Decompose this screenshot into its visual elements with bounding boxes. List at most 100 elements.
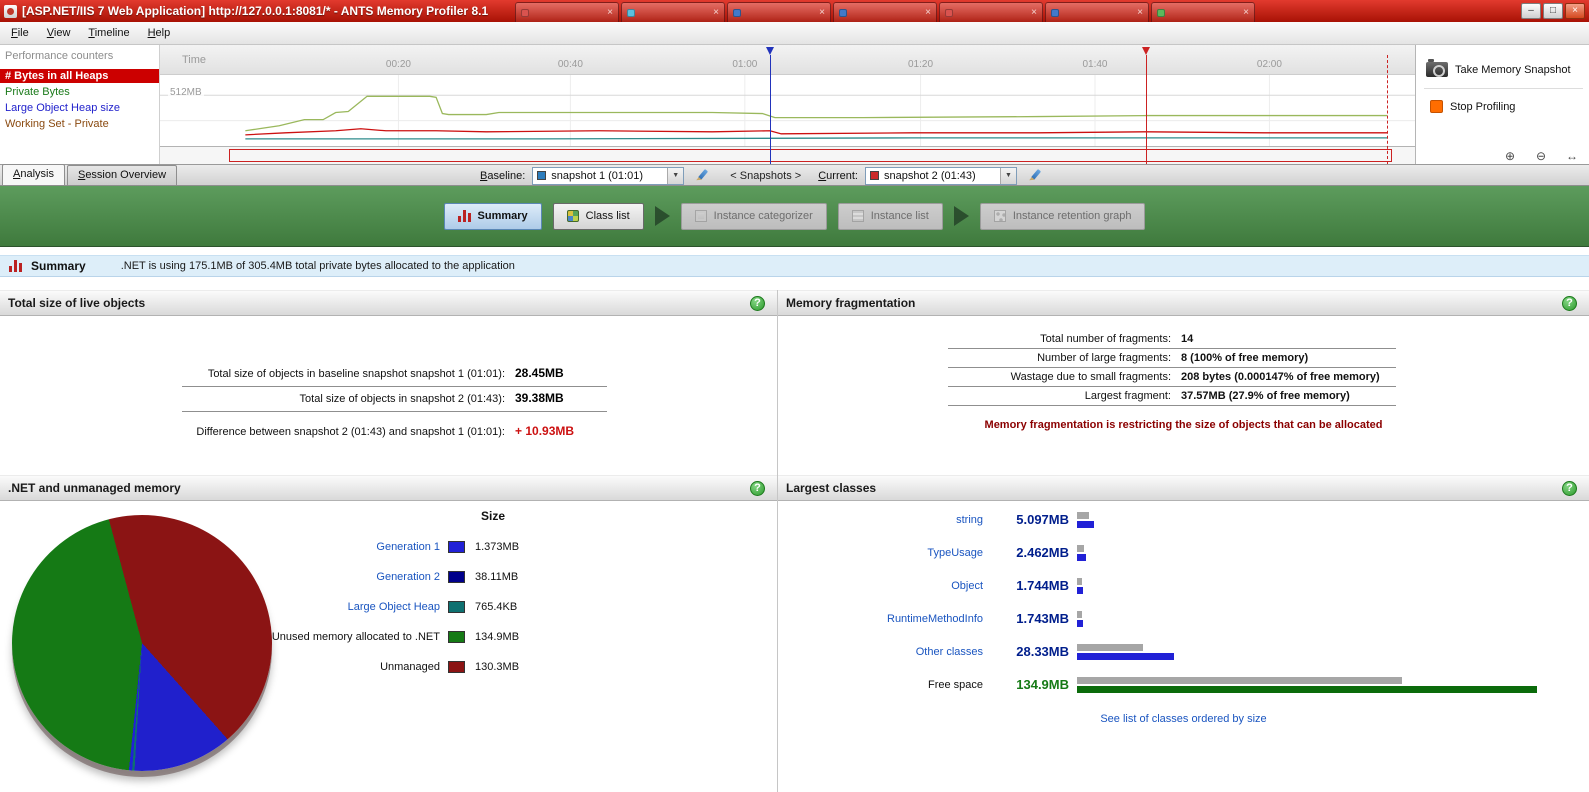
overview-selection[interactable]	[229, 149, 1393, 162]
titlebar: [ASP.NET/IIS 7 Web Application] http://1…	[0, 0, 1589, 22]
current-dropdown-icon[interactable]: ▼	[999, 167, 1016, 184]
fragmentation-row: Wastage due to small fragments: 208 bytes…	[948, 368, 1396, 387]
help-icon[interactable]: ?	[750, 295, 765, 311]
legend-row: Large Object Heap 765.4KB	[0, 592, 777, 622]
timeline-tick-label: 02:00	[1256, 59, 1282, 70]
class-label-string[interactable]: string	[778, 514, 983, 526]
legend-row: Unused memory allocated to .NET 134.9MB	[0, 622, 777, 652]
help-icon[interactable]: ?	[1562, 480, 1577, 496]
current-snapshot-icon	[869, 171, 879, 180]
legend-row: Generation 2 38.11MB	[0, 562, 777, 592]
class-label-typeusage[interactable]: TypeUsage	[778, 547, 983, 559]
baseline-size-bar	[1077, 577, 1082, 585]
rename-baseline-button[interactable]	[691, 167, 713, 185]
class-size-bars	[1077, 577, 1589, 594]
fragmentation-panel: Memory fragmentation ? Total number of f…	[778, 290, 1589, 475]
legend-swatch-icon	[448, 631, 465, 643]
titlebar-tab[interactable]: ×	[727, 2, 831, 22]
tab-close-icon[interactable]: ×	[1243, 7, 1249, 18]
live-objects-row: Total size of objects in snapshot 2 (01:…	[182, 387, 607, 412]
series-private-bytes	[245, 96, 1387, 130]
row-value: 14	[1181, 333, 1194, 345]
largest-classes-title: Largest classes	[786, 481, 877, 495]
tab-session-overview[interactable]: Session Overview	[66, 165, 178, 185]
class-label-runtimemethodinfo[interactable]: RuntimeMethodInfo	[778, 613, 983, 625]
help-icon[interactable]: ?	[750, 480, 765, 496]
tab-close-icon[interactable]: ×	[1031, 7, 1037, 18]
timeline-tick-label: 01:00	[732, 59, 758, 70]
minimize-button[interactable]: –	[1521, 3, 1541, 19]
timeline-tick-label: 00:40	[557, 59, 583, 70]
summary-icon	[457, 210, 471, 222]
tab-close-icon[interactable]: ×	[607, 7, 613, 18]
stop-profiling-button[interactable]: Stop Profiling	[1424, 95, 1583, 118]
largest-class-row: string 5.097MB	[778, 503, 1589, 536]
row-label: Largest fragment:	[1084, 390, 1171, 402]
take-snapshot-button[interactable]: Take Memory Snapshot	[1424, 57, 1583, 82]
tab-favicon-icon	[521, 8, 529, 17]
zoom-in-button[interactable]: ⊕	[1497, 148, 1523, 163]
current-label: Current:	[818, 169, 858, 182]
menu-help[interactable]: Help	[139, 24, 180, 42]
close-button[interactable]: ×	[1565, 3, 1585, 19]
window-title: [ASP.NET/IIS 7 Web Application] http://1…	[22, 4, 489, 18]
baseline-marker[interactable]	[765, 45, 775, 164]
time-axis-label: Time	[182, 54, 207, 66]
largest-class-row: Free space 134.9MB	[778, 668, 1589, 701]
perf-counter-bytes-in-all-heaps[interactable]: # Bytes in all Heaps	[0, 69, 159, 83]
legend-label-large-object-heap[interactable]: Large Object Heap	[0, 601, 448, 613]
tab-favicon-icon	[627, 8, 635, 17]
chart-area[interactable]: Time 00:20 00:40 01:00 01:20 01:40 02:00 512M…	[160, 45, 1415, 164]
titlebar-tab[interactable]: ×	[939, 2, 1043, 22]
baseline-marker-line	[769, 55, 771, 164]
baseline-size-bar	[1077, 643, 1143, 651]
class-label-other-classes[interactable]: Other classes	[778, 646, 983, 658]
legend-label-generation-2[interactable]: Generation 2	[0, 571, 448, 583]
baseline-select[interactable]: snapshot 1 (01:01) ▼	[532, 166, 685, 185]
help-icon[interactable]: ?	[1562, 295, 1577, 311]
workflow-summary-button[interactable]: Summary	[443, 202, 542, 230]
perf-counter-working-set-private[interactable]: Working Set - Private	[0, 117, 159, 131]
size-column-header: Size	[481, 509, 506, 523]
tab-close-icon[interactable]: ×	[1137, 7, 1143, 18]
live-marker[interactable]	[1383, 45, 1392, 164]
menu-file[interactable]: File	[2, 24, 38, 42]
tab-analysis[interactable]: Analysis	[2, 164, 65, 185]
titlebar-tab[interactable]: ×	[1045, 2, 1149, 22]
perf-counter-large-object-heap-size[interactable]: Large Object Heap size	[0, 101, 159, 115]
titlebar-tab[interactable]: ×	[515, 2, 619, 22]
live-objects-title: Total size of live objects	[8, 296, 146, 310]
menu-timeline[interactable]: Timeline	[79, 24, 138, 42]
current-marker-handle-icon[interactable]	[1142, 47, 1151, 55]
zoom-fit-button[interactable]: ↔	[1559, 148, 1585, 163]
titlebar-tab[interactable]: ×	[833, 2, 937, 22]
legend-swatch-icon	[448, 541, 465, 553]
class-list-icon	[566, 210, 579, 222]
current-marker[interactable]	[1142, 45, 1151, 164]
titlebar-tab[interactable]: ×	[621, 2, 725, 22]
tab-close-icon[interactable]: ×	[713, 7, 719, 18]
workflow-class-list-button[interactable]: Class list	[552, 202, 644, 230]
titlebar-tab[interactable]: ×	[1151, 2, 1255, 22]
row-value: 8 (100% of free memory)	[1181, 352, 1309, 364]
timeline-tick-label: 00:20	[385, 59, 411, 70]
instance-retention-graph-icon	[993, 210, 1006, 222]
menu-view[interactable]: View	[38, 24, 80, 42]
current-select[interactable]: snapshot 2 (01:43) ▼	[864, 166, 1017, 185]
perf-counter-private-bytes[interactable]: Private Bytes	[0, 85, 159, 99]
baseline-size-bar	[1077, 511, 1089, 519]
baseline-dropdown-icon[interactable]: ▼	[667, 167, 684, 184]
classes-by-size-link[interactable]: See list of classes ordered by size	[1100, 713, 1266, 725]
timeline-overview[interactable]	[160, 146, 1415, 164]
tab-close-icon[interactable]: ×	[819, 7, 825, 18]
maximize-button[interactable]: □	[1543, 3, 1563, 19]
legend-label-generation-1[interactable]: Generation 1	[0, 541, 448, 553]
zoom-out-button[interactable]: ⊖	[1528, 148, 1554, 163]
baseline-marker-handle-icon[interactable]	[765, 47, 774, 55]
live-objects-panel: Total size of live objects ? Total size …	[0, 290, 777, 475]
tab-close-icon[interactable]: ×	[925, 7, 931, 18]
rename-current-button[interactable]	[1024, 167, 1046, 185]
chart-plot[interactable]: 512MB	[160, 75, 1415, 146]
workflow-button-label: Class list	[585, 210, 630, 222]
class-label-object[interactable]: Object	[778, 580, 983, 592]
